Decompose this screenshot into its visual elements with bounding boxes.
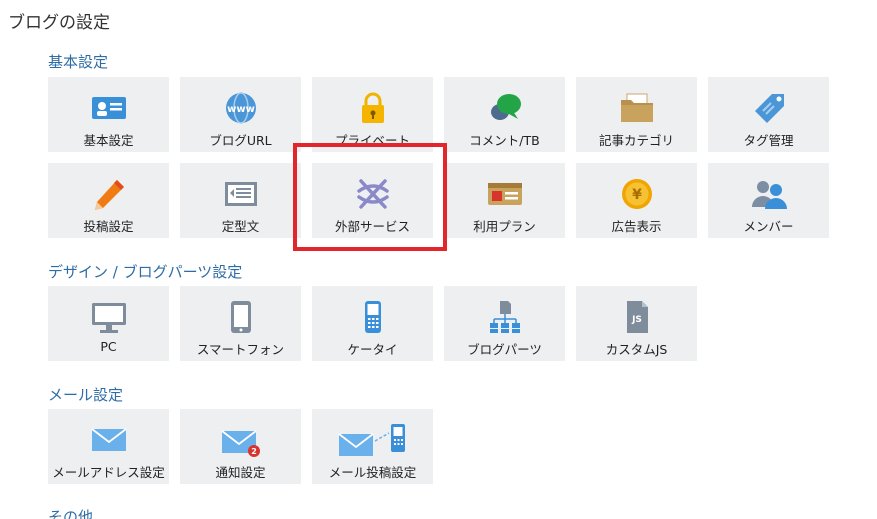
tile-label: 利用プラン xyxy=(473,219,536,234)
tile-usage-plan[interactable]: 利用プラン xyxy=(444,163,565,238)
tile-article-category[interactable]: 記事カテゴリ xyxy=(576,77,697,152)
section-title-other: その他 xyxy=(48,508,94,519)
svg-text:¥: ¥ xyxy=(632,187,642,203)
tile-feature-phone[interactable]: ケータイ xyxy=(312,286,433,361)
tile-label: メールアドレス設定 xyxy=(52,465,165,480)
tile-private[interactable]: プライベート xyxy=(312,77,433,152)
tile-members[interactable]: メンバー xyxy=(708,163,829,238)
js-file-icon: JS xyxy=(617,300,657,334)
envelope-icon xyxy=(89,423,129,457)
tile-ad-display[interactable]: ¥ 広告表示 xyxy=(576,163,697,238)
tile-label: ケータイ xyxy=(347,342,398,357)
tile-label: 通知設定 xyxy=(215,465,266,480)
id-card-icon xyxy=(89,91,129,125)
tile-external-service[interactable]: 外部サービス xyxy=(312,163,433,238)
members-icon xyxy=(749,177,789,211)
mail-settings-grid: メールアドレス設定 2 通知設定 メール投稿設定 xyxy=(48,409,829,484)
design-settings-grid: PC スマートフォン ケータイ ブログパーツ JS カスタムJS xyxy=(48,286,829,361)
tile-custom-js[interactable]: JS カスタムJS xyxy=(576,286,697,361)
tile-label: タグ管理 xyxy=(743,133,794,148)
blog-settings-page: ブログの設定 基本設定 基本設定 www ブログURL プライベート コメント/… xyxy=(0,0,877,519)
external-service-icon xyxy=(353,177,393,211)
feature-phone-icon xyxy=(353,300,393,334)
tile-mail-address-settings[interactable]: メールアドレス設定 xyxy=(48,409,169,484)
lock-icon xyxy=(353,91,393,125)
mail-to-phone-icon xyxy=(337,423,409,457)
tile-template-text[interactable]: 定型文 xyxy=(180,163,301,238)
template-doc-icon xyxy=(221,177,261,211)
smartphone-icon xyxy=(221,300,261,334)
tile-blog-url[interactable]: www ブログURL xyxy=(180,77,301,152)
monitor-icon xyxy=(89,300,129,334)
envelope-badge-icon: 2 xyxy=(220,423,261,457)
basic-settings-grid: 基本設定 www ブログURL プライベート コメント/TB 記事カテゴリ タグ… xyxy=(48,77,829,238)
tile-label: 記事カテゴリ xyxy=(598,133,674,148)
tag-icon xyxy=(749,91,789,125)
pencil-icon xyxy=(89,177,129,211)
tile-notification-settings[interactable]: 2 通知設定 xyxy=(180,409,301,484)
tile-label: メンバー xyxy=(743,219,794,234)
section-title-basic: 基本設定 xyxy=(48,53,109,71)
tile-post-settings[interactable]: 投稿設定 xyxy=(48,163,169,238)
tile-label: 基本設定 xyxy=(83,133,134,148)
tile-basic-settings[interactable]: 基本設定 xyxy=(48,77,169,152)
tile-label: 外部サービス xyxy=(334,219,410,234)
tile-label: プライベート xyxy=(334,133,410,148)
folder-icon xyxy=(617,91,657,125)
section-title-mail: メール設定 xyxy=(48,386,124,404)
tile-label: 広告表示 xyxy=(611,219,662,234)
tile-label: コメント/TB xyxy=(469,133,540,148)
tile-smartphone[interactable]: スマートフォン xyxy=(180,286,301,361)
svg-text:JS: JS xyxy=(631,315,642,325)
tile-blog-parts[interactable]: ブログパーツ xyxy=(444,286,565,361)
section-title-design: デザイン / ブログパーツ設定 xyxy=(48,263,243,281)
tile-comment-tb[interactable]: コメント/TB xyxy=(444,77,565,152)
tile-mail-post-settings[interactable]: メール投稿設定 xyxy=(312,409,433,484)
www-globe-icon: www xyxy=(221,91,261,125)
blog-parts-icon xyxy=(485,300,525,334)
page-title: ブログの設定 xyxy=(8,13,110,33)
plan-card-icon xyxy=(485,177,525,211)
tile-label: 投稿設定 xyxy=(83,219,134,234)
svg-text:www: www xyxy=(227,104,255,115)
tile-label: ブログパーツ xyxy=(467,342,542,357)
tile-label: カスタムJS xyxy=(605,342,668,357)
notification-badge-count: 2 xyxy=(251,447,257,456)
tile-label: スマートフォン xyxy=(196,342,285,357)
yen-coin-icon: ¥ xyxy=(617,177,657,211)
comment-bubble-icon xyxy=(485,91,525,125)
tile-label: 定型文 xyxy=(221,219,260,234)
tile-label: メール投稿設定 xyxy=(328,465,417,480)
tile-pc[interactable]: PC xyxy=(48,286,169,361)
tile-label: PC xyxy=(100,339,117,354)
tile-label: ブログURL xyxy=(209,133,272,148)
tile-tag-management[interactable]: タグ管理 xyxy=(708,77,829,152)
